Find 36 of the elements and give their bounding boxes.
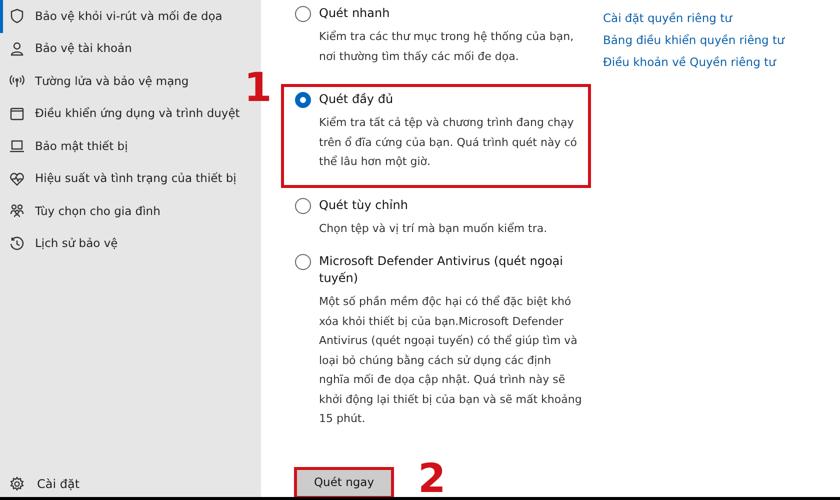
option-label: Quét nhanh — [319, 5, 390, 22]
window-icon — [9, 106, 25, 122]
sidebar-item[interactable]: Bảo vệ tài khoản — [0, 32, 240, 65]
radio-button[interactable] — [295, 198, 311, 214]
shield-icon — [9, 8, 25, 24]
privacy-link[interactable]: Điều khoản về Quyền riêng tư — [603, 53, 784, 72]
radio-button[interactable] — [295, 92, 311, 108]
option-label: Quét đầy đủ — [319, 91, 394, 108]
scan-now-button[interactable]: Quét ngay — [294, 466, 394, 497]
sidebar-item[interactable]: Tùy chọn cho gia đình — [0, 195, 240, 228]
sidebar-item[interactable]: Lịch sử bảo vệ — [0, 228, 240, 260]
radio-button[interactable] — [295, 254, 311, 270]
sidebar-item[interactable]: Điều khiển ứng dụng và trình duyệt — [0, 98, 240, 130]
radio-button[interactable] — [295, 6, 311, 22]
heart-pulse-icon — [9, 170, 25, 187]
history-icon — [9, 236, 25, 252]
antenna-icon — [9, 73, 25, 90]
privacy-link[interactable]: Cài đặt quyền riêng tư — [603, 9, 784, 28]
step-number: 1 — [244, 68, 272, 108]
settings-item[interactable]: Cài đặt — [0, 475, 261, 493]
people-icon — [9, 203, 25, 220]
option-description: Một số phần mềm độc hại có thể đặc biệt khó xóa khỏi thiết bị của bạn.Microsoft Defender Antivirus (quét ngoại tuyến) có thể giúp tìm và loại bỏ chúng bằng cách sử dụng các định nghĩa mối đe dọa cập nhật. Quá trình này sẽ khởi động lại thiết bị của bạn và sẽ mất khoảng 15 phút. — [318, 294, 582, 427]
privacy-link[interactable]: Bảng điều khiển quyền riêng tư — [603, 31, 784, 50]
sidebar-item[interactable]: Tường lửa và bảo vệ mạng — [0, 65, 240, 98]
settings-icon — [9, 476, 25, 492]
option-label: Microsoft Defender Antivirus (quét ngoại tuyến) — [319, 253, 564, 287]
sidebar-item[interactable]: Bảo vệ khỏi vi-rút và mối đe dọa — [0, 0, 240, 32]
sidebar-item[interactable]: Bảo mật thiết bị — [0, 130, 240, 162]
sidebar-item[interactable]: Hiệu suất và tình trạng của thiết bị — [0, 162, 240, 195]
person-icon — [9, 40, 25, 57]
laptop-icon — [9, 138, 25, 154]
step-number: 2 — [418, 458, 446, 497]
option-description: Kiểm tra tất cả tệp và chương trình đang chạy trên ổ đĩa cứng của bạn. Quá trình quét này có thể lâu hơn một giờ. — [318, 115, 578, 170]
option-description: Kiểm tra các thư mục trong hệ thống của bạn, nơi thường tìm thấy các mối đe dọa. — [318, 29, 575, 64]
option-label: Quét tùy chỉnh — [319, 196, 408, 214]
option-description: Chọn tệp và vị trí mà bạn muốn kiểm tra. — [318, 220, 548, 236]
